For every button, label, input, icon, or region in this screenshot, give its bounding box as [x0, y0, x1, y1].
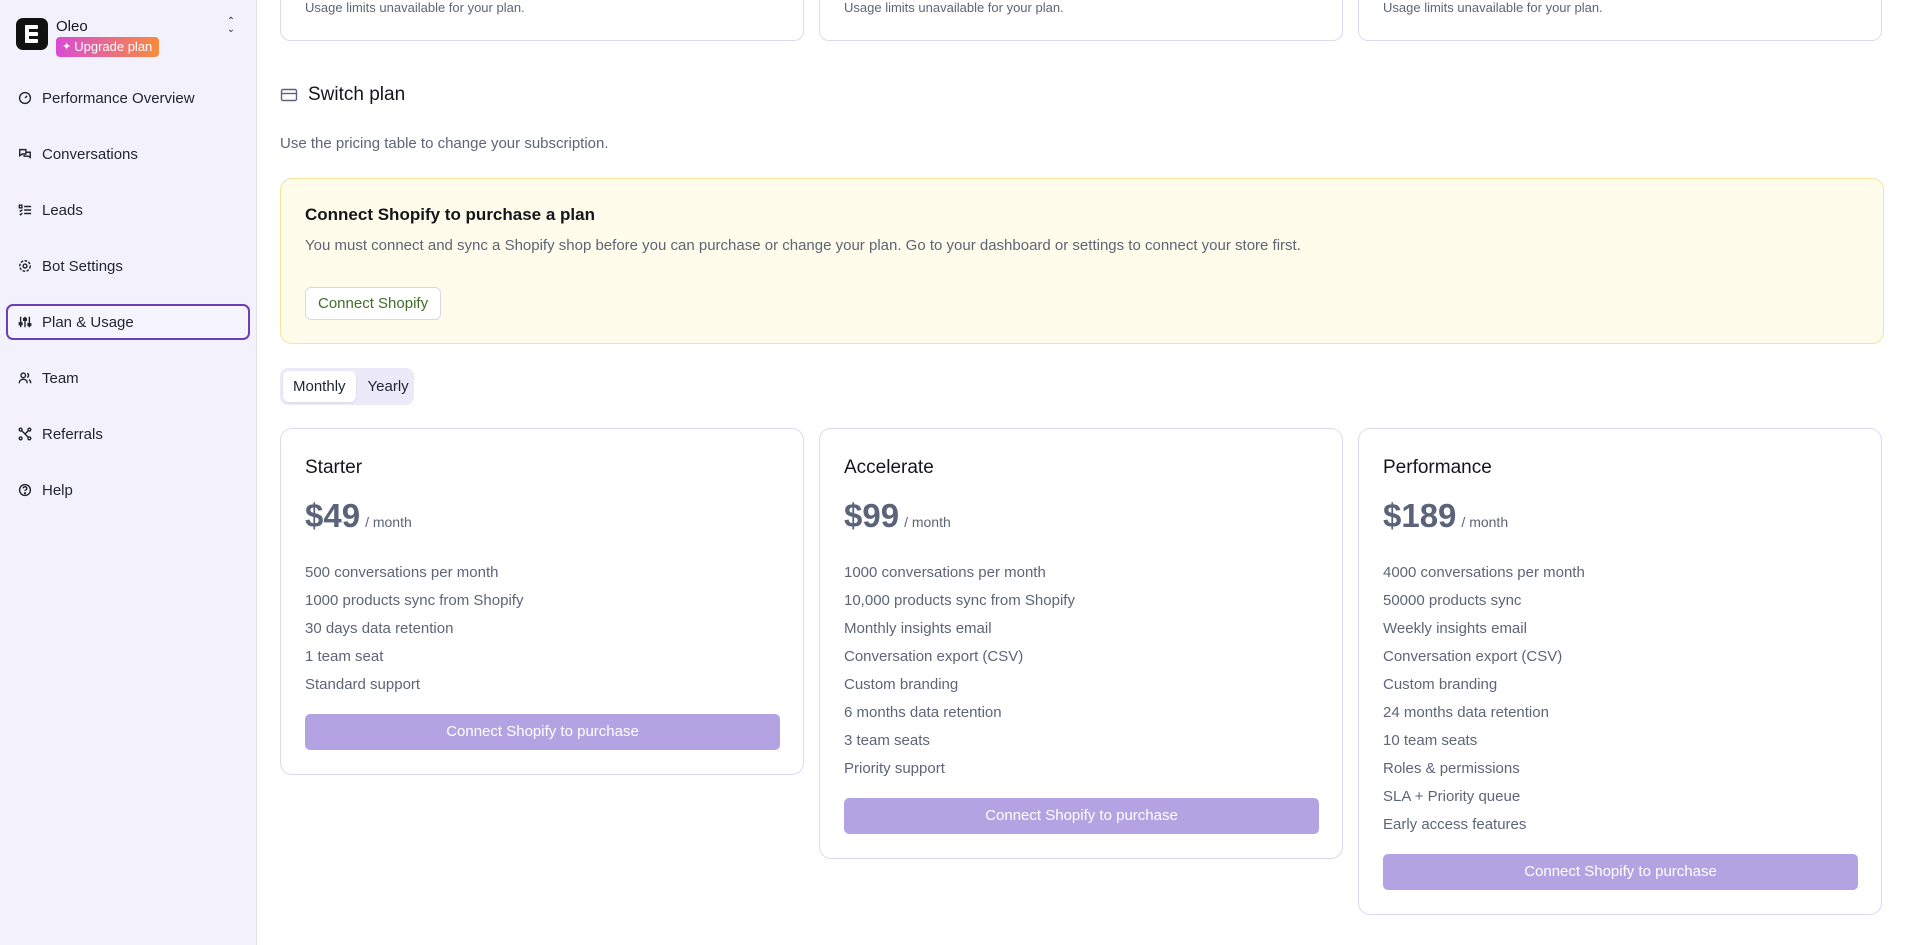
switch-plan-header: Switch plan [280, 84, 405, 106]
feature-item: 1000 products sync from Shopify [305, 592, 524, 609]
price-value: $189 [1383, 497, 1457, 534]
gauge-icon [18, 91, 32, 105]
feature-item: Conversation export (CSV) [844, 648, 1024, 665]
feature-item: Custom branding [1383, 676, 1498, 693]
feature-item: Priority support [844, 760, 945, 777]
toggle-monthly[interactable]: Monthly [283, 371, 356, 402]
workspace-switcher[interactable]: Oleo ✦ Upgrade plan ⌃ ⌄ [14, 16, 242, 60]
feature-item: Conversation export (CSV) [1383, 648, 1563, 665]
usage-card: Usage limits unavailable for your plan. [280, 0, 804, 41]
feature-item: Monthly insights email [844, 620, 992, 637]
plan-name: Performance [1383, 457, 1492, 478]
sidebar-item-bot-settings[interactable]: Bot Settings [6, 248, 250, 284]
gear-icon [18, 259, 32, 273]
feature-list: 4000 conversations per month 50000 produ… [1383, 559, 1585, 839]
feature-item: 50000 products sync [1383, 592, 1522, 609]
price-value: $99 [844, 497, 900, 534]
plan-price: $49 / month [305, 497, 412, 535]
purchase-button[interactable]: Connect Shopify to purchase [305, 714, 780, 750]
sidebar-item-plan-usage[interactable]: Plan & Usage [6, 304, 250, 340]
alert-text: You must connect and sync a Shopify shop… [305, 237, 1301, 254]
feature-item: 1 team seat [305, 648, 384, 665]
sidebar-item-label: Plan & Usage [42, 313, 134, 331]
feature-item: 1000 conversations per month [844, 564, 1046, 581]
sidebar-item-help[interactable]: Help [6, 472, 250, 508]
feature-item: 10 team seats [1383, 732, 1478, 749]
feature-item: 3 team seats [844, 732, 930, 749]
main-content: Usage limits unavailable for your plan. … [258, 0, 1907, 945]
sidebar-item-label: Help [42, 481, 73, 499]
plan-name: Starter [305, 457, 363, 478]
sidebar-item-referrals[interactable]: Referrals [6, 416, 250, 452]
purchase-button[interactable]: Connect Shopify to purchase [844, 798, 1319, 834]
feature-item: Roles & permissions [1383, 760, 1520, 777]
feature-item: 24 months data retention [1383, 704, 1549, 721]
workspace-name: Oleo [56, 18, 88, 35]
usage-card: Usage limits unavailable for your plan. [819, 0, 1343, 41]
sidebar-item-performance-overview[interactable]: Performance Overview [6, 80, 250, 116]
feature-item: Standard support [305, 676, 421, 693]
section-title: Switch plan [308, 84, 406, 105]
connect-shopify-button[interactable]: Connect Shopify [305, 287, 442, 320]
feature-item: Weekly insights email [1383, 620, 1527, 637]
sidebar-item-label: Team [42, 369, 79, 387]
shopify-alert: Connect Shopify to purchase a plan You m… [280, 178, 1884, 344]
alert-title: Connect Shopify to purchase a plan [305, 205, 595, 224]
chat-icon [18, 147, 32, 161]
billing-period-toggle: Monthly Yearly [280, 368, 414, 405]
help-circle-icon [18, 483, 32, 497]
feature-item: 6 months data retention [844, 704, 1002, 721]
plan-card-starter: Starter $49 / month 500 conversations pe… [280, 428, 804, 775]
sidebar-item-label: Leads [42, 201, 83, 219]
sidebar: Oleo ✦ Upgrade plan ⌃ ⌄ Performance Overv… [0, 0, 257, 945]
plan-card-performance: Performance $189 / month 4000 conversati… [1358, 428, 1882, 915]
usage-card-text: Usage limits unavailable for your plan. [844, 0, 1064, 15]
list-check-icon [18, 203, 32, 217]
toggle-yearly[interactable]: Yearly [358, 371, 419, 402]
plan-price: $99 / month [844, 497, 951, 535]
upgrade-plan-button[interactable]: ✦ Upgrade plan [56, 37, 160, 57]
price-unit: / month [365, 514, 412, 530]
sidebar-item-leads[interactable]: Leads [6, 192, 250, 228]
section-subtitle: Use the pricing table to change your sub… [280, 135, 609, 152]
feature-item: Early access features [1383, 816, 1527, 833]
upgrade-plan-label: Upgrade plan [74, 39, 153, 54]
feature-item: Custom branding [844, 676, 959, 693]
sliders-icon [18, 315, 32, 329]
feature-item: SLA + Priority queue [1383, 788, 1521, 805]
users-icon [18, 371, 32, 385]
chevron-up-down-icon[interactable]: ⌃ ⌄ [224, 17, 238, 35]
network-icon [18, 427, 32, 441]
feature-item: 4000 conversations per month [1383, 564, 1585, 581]
sidebar-nav: Performance Overview Conversations Leads… [6, 80, 250, 528]
price-value: $49 [305, 497, 361, 534]
feature-list: 500 conversations per month 1000 product… [305, 559, 523, 699]
feature-item: 500 conversations per month [305, 564, 499, 581]
plan-card-accelerate: Accelerate $99 / month 1000 conversation… [819, 428, 1343, 859]
workspace-logo [16, 18, 48, 50]
sidebar-item-label: Referrals [42, 425, 103, 443]
sidebar-item-label: Conversations [42, 145, 138, 163]
feature-list: 1000 conversations per month 10,000 prod… [844, 559, 1075, 783]
sidebar-item-conversations[interactable]: Conversations [6, 136, 250, 172]
sidebar-item-label: Performance Overview [42, 89, 195, 107]
sidebar-item-team[interactable]: Team [6, 360, 250, 396]
plan-price: $189 / month [1383, 497, 1508, 535]
sparkle-icon: ✦ [62, 41, 72, 53]
usage-card-text: Usage limits unavailable for your plan. [305, 0, 525, 15]
price-unit: / month [1461, 514, 1509, 530]
credit-card-icon [280, 88, 298, 102]
price-unit: / month [904, 514, 951, 530]
purchase-button[interactable]: Connect Shopify to purchase [1383, 854, 1858, 890]
usage-card: Usage limits unavailable for your plan. [1358, 0, 1882, 41]
feature-item: 10,000 products sync from Shopify [844, 592, 1075, 609]
feature-item: 30 days data retention [305, 620, 454, 637]
plan-name: Accelerate [844, 457, 934, 478]
usage-card-text: Usage limits unavailable for your plan. [1383, 0, 1603, 15]
sidebar-item-label: Bot Settings [42, 257, 123, 275]
